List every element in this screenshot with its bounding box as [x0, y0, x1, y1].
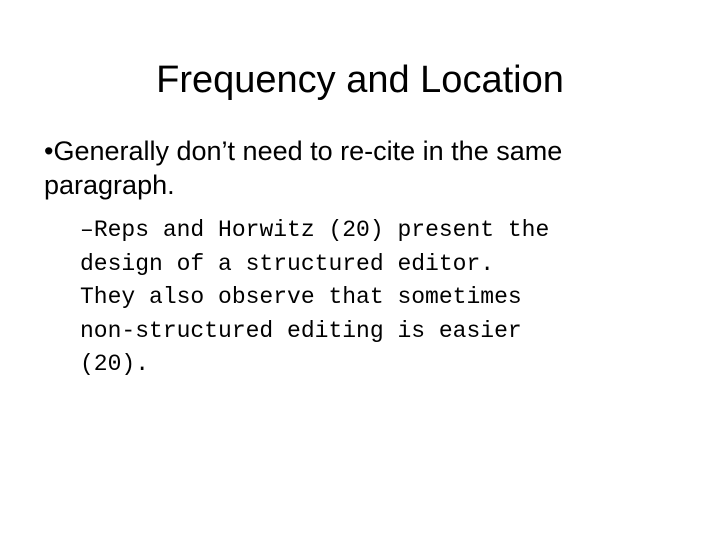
sub-bullet-line: –Reps and Horwitz (20) present the: [80, 217, 550, 243]
slide-title: Frequency and Location: [156, 59, 564, 101]
sub-bullet-line: non-structured editing is easier: [80, 317, 522, 344]
bullet-text: Generally don’t need to re-cite in the s…: [44, 136, 563, 200]
bullet-item: •Generally don’t need to re-cite in the …: [44, 134, 684, 202]
sub-bullet-line: (20).: [80, 351, 150, 377]
sub-bullet-line: design of a structured editor.: [80, 250, 495, 277]
sub-bullet-item: –Reps and Horwitz (20) present the design…: [80, 214, 700, 382]
sub-bullet-line: They also observe that sometimes: [80, 284, 522, 310]
sub-bullet-marker: –: [80, 217, 94, 243]
